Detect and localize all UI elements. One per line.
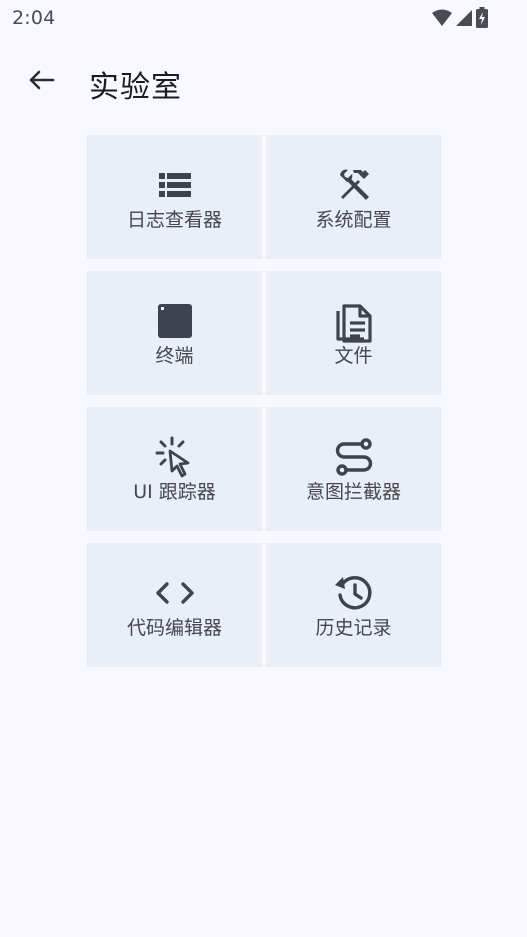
tile-code-editor[interactable]: 代码编辑器 xyxy=(87,543,262,667)
arrow-left-icon xyxy=(26,68,56,96)
file-icon xyxy=(334,301,374,343)
history-icon xyxy=(334,573,374,613)
page-title: 实验室 xyxy=(89,70,182,105)
tile-label: 历史记录 xyxy=(315,617,392,639)
tile-label: 系统配置 xyxy=(315,209,392,231)
tile-terminal[interactable]: 终端 xyxy=(87,271,262,395)
back-button[interactable] xyxy=(20,64,62,100)
tile-label: 终端 xyxy=(155,345,194,367)
tile-history[interactable]: 历史记录 xyxy=(266,543,441,667)
app-bar: 实验室 xyxy=(0,52,527,112)
cursor-click-icon xyxy=(155,436,195,478)
tile-system-config[interactable]: 系统配置 xyxy=(266,135,441,259)
tools-grid: 日志查看器 系统配置 终端 文件 UI 跟踪器 意图拦截器 代码编辑器 历史记录 xyxy=(87,135,441,667)
tile-intent-interceptor[interactable]: 意图拦截器 xyxy=(266,407,441,531)
tile-label: 意图拦截器 xyxy=(305,481,401,503)
code-icon xyxy=(155,573,195,613)
terminal-icon xyxy=(155,301,195,341)
wifi-icon xyxy=(431,8,453,32)
battery-charging-icon xyxy=(475,7,489,33)
tile-log-viewer[interactable]: 日志查看器 xyxy=(87,135,262,259)
status-icons xyxy=(431,7,489,33)
route-icon xyxy=(334,437,374,477)
status-bar: 2:04 xyxy=(0,0,527,36)
tile-label: 文件 xyxy=(334,345,373,367)
cellular-signal-icon xyxy=(455,8,473,32)
tile-label: UI 跟踪器 xyxy=(133,481,216,503)
tile-label: 日志查看器 xyxy=(126,209,222,231)
list-icon xyxy=(155,165,195,205)
tile-ui-tracker[interactable]: UI 跟踪器 xyxy=(87,407,262,531)
tile-files[interactable]: 文件 xyxy=(266,271,441,395)
status-time: 2:04 xyxy=(12,7,56,29)
tile-label: 代码编辑器 xyxy=(126,617,222,639)
tools-icon xyxy=(334,165,374,205)
